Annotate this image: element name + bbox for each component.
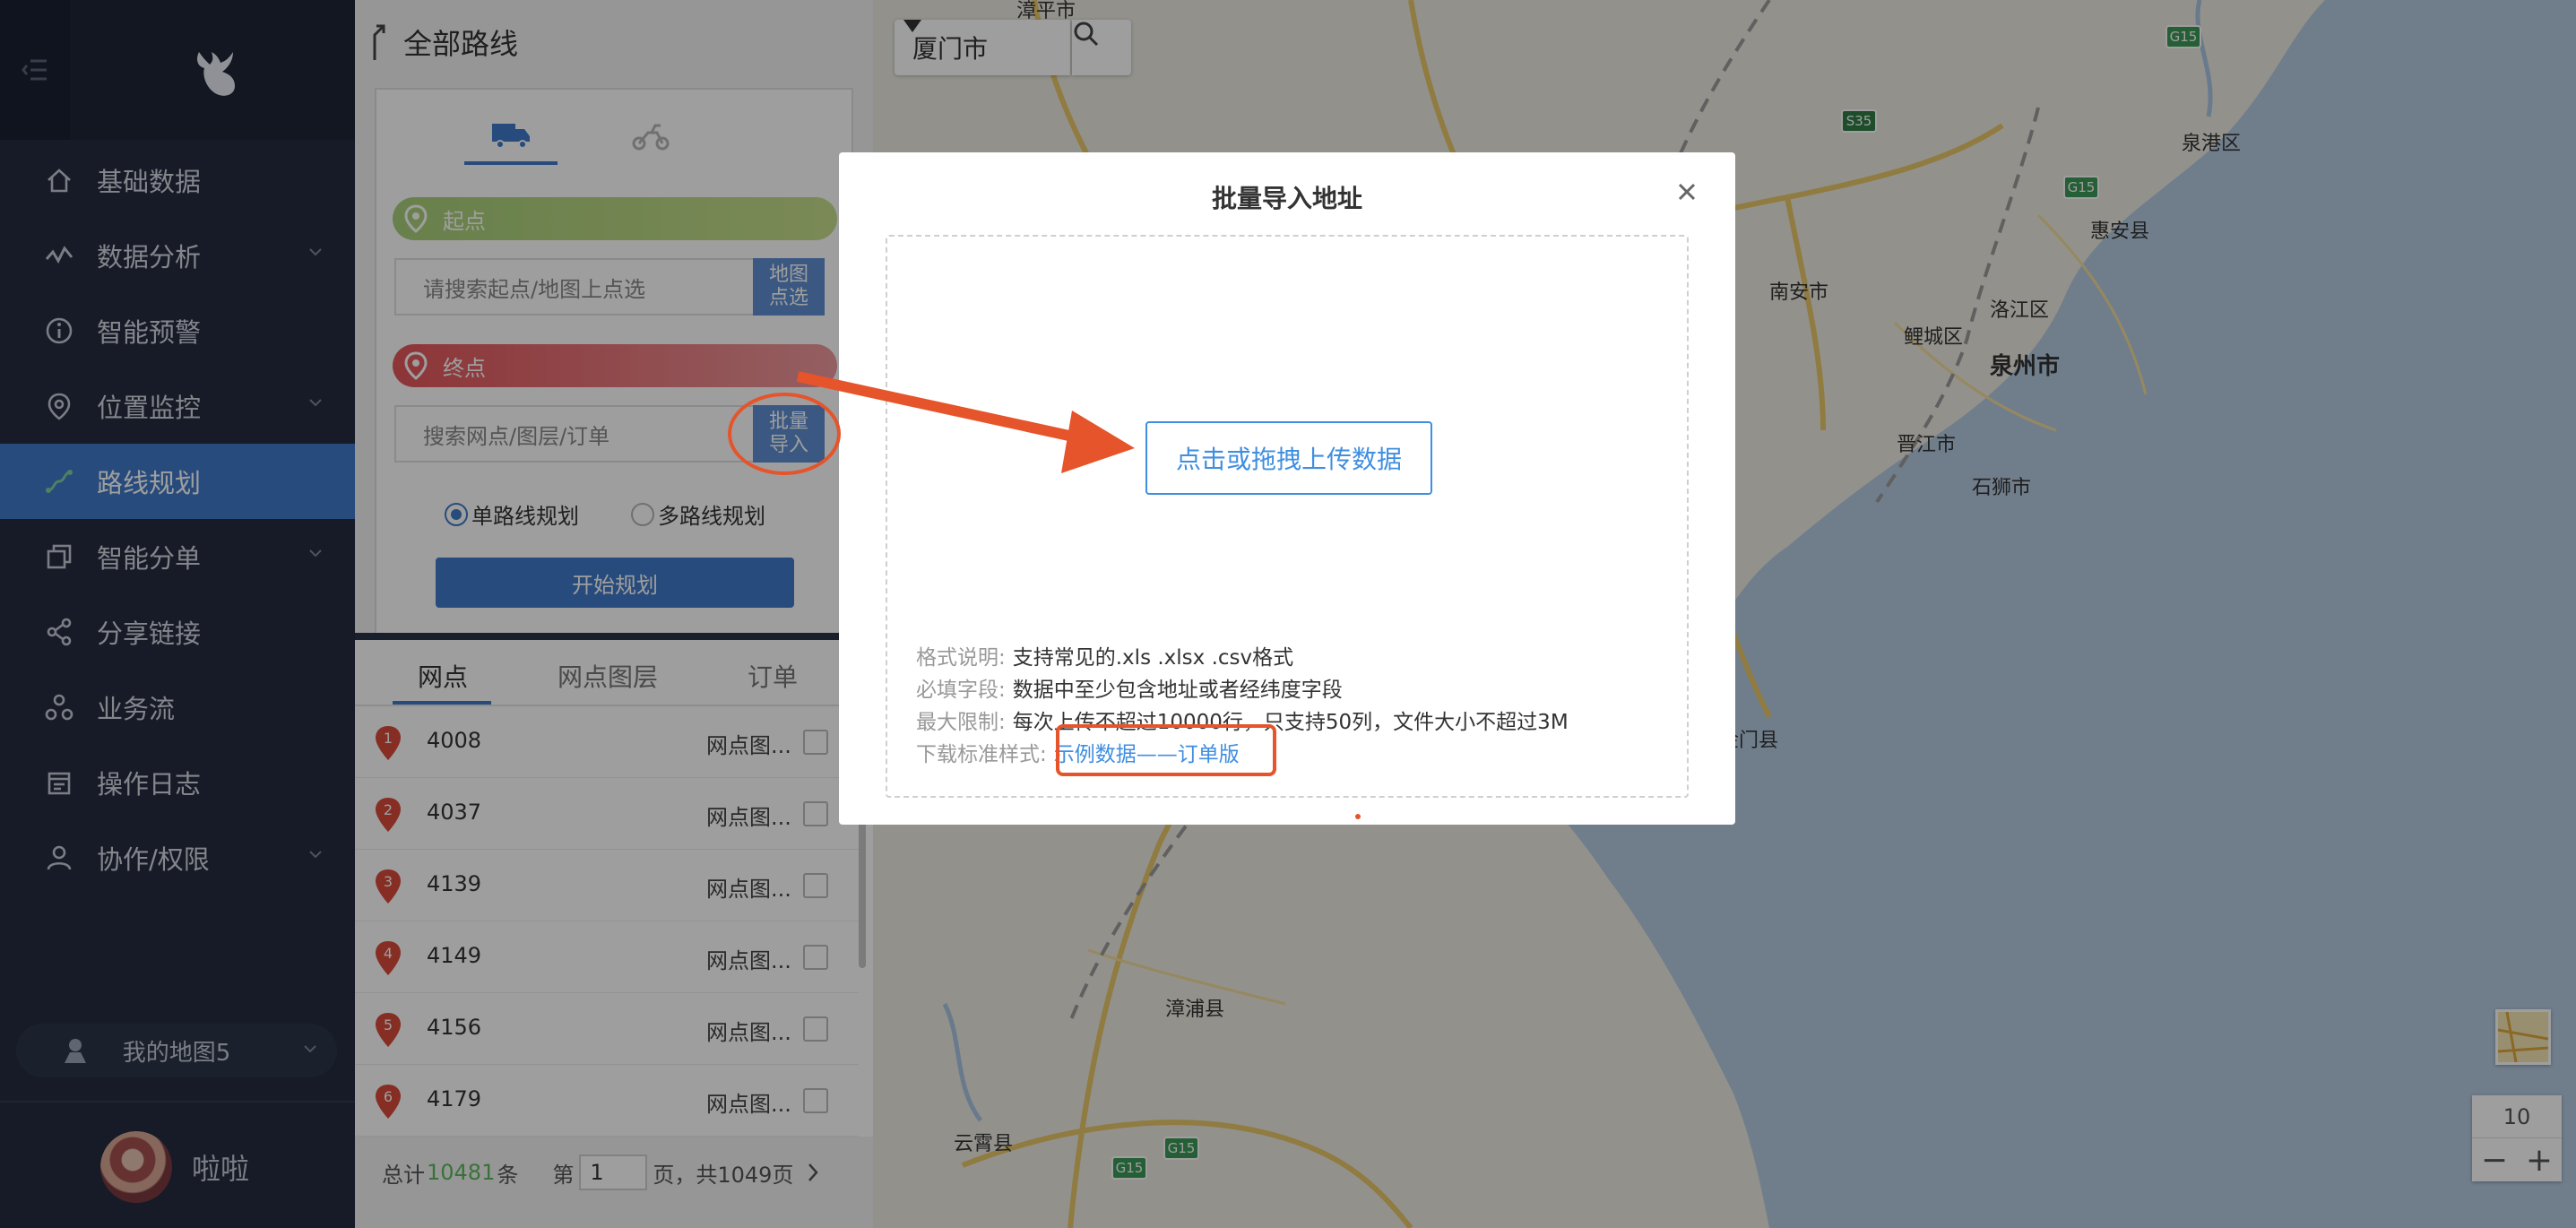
annotation-arrow-icon [796,371,1135,473]
